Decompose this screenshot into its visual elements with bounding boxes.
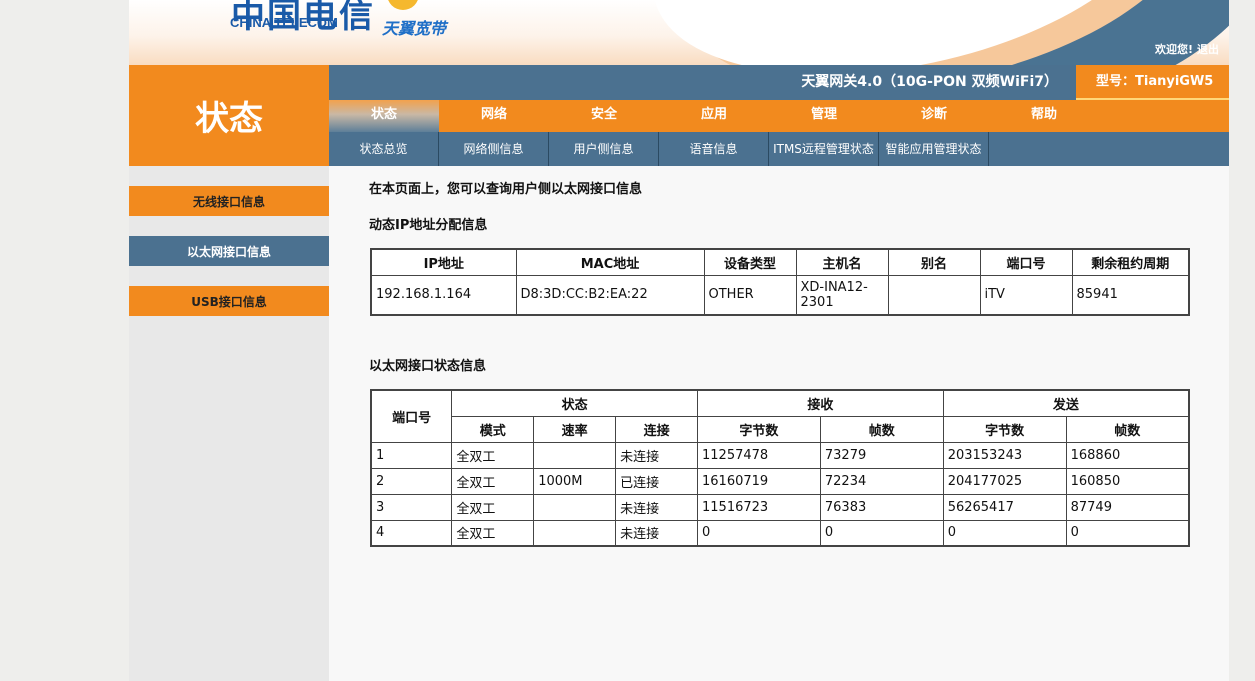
tab-network[interactable]: 网络 xyxy=(439,100,549,132)
dhcp-header-hostname: 主机名 xyxy=(795,248,889,276)
tab-help[interactable]: 帮助 xyxy=(989,100,1099,132)
eth-cell: 11516723 xyxy=(697,493,821,521)
eth-cell: 未连接 xyxy=(615,519,698,547)
section-title: 状态 xyxy=(129,65,329,167)
dhcp-header-lease: 剩余租约周期 xyxy=(1071,248,1190,276)
eth-cell: 0 xyxy=(1065,519,1190,547)
eth-cell: 160850 xyxy=(1065,467,1190,495)
eth-cell: 168860 xyxy=(1065,441,1190,469)
sidebar: 无线接口信息 以太网接口信息 USB接口信息 xyxy=(129,166,329,681)
eth-cell xyxy=(533,441,617,469)
dhcp-cell-hostname: XD-INA12-2301 xyxy=(795,274,889,316)
top-banner: 中国电信 CHINA TELECOM 天翼宽带 欢迎您! 退出 xyxy=(129,0,1229,65)
table-row: 4 全双工 未连接 0 0 0 0 xyxy=(370,519,1190,547)
dhcp-header-ip: IP地址 xyxy=(370,248,517,276)
eth-cell: 未连接 xyxy=(615,493,698,521)
eth-cell: 4 xyxy=(370,519,453,547)
dhcp-cell-ip: 192.168.1.164 xyxy=(370,274,517,316)
dhcp-cell-port: iTV xyxy=(979,274,1073,316)
sidebar-item-usb[interactable]: USB接口信息 xyxy=(129,286,329,316)
subtab-smart-app[interactable]: 智能应用管理状态 xyxy=(879,132,989,166)
subtab-network-side[interactable]: 网络侧信息 xyxy=(439,132,549,166)
eth-cell: 56265417 xyxy=(942,493,1067,521)
ethernet-status-table: 端口号 状态 接收 发送 模式 速率 连接 字节数 帧数 字节数 帧数 1 全双… xyxy=(370,389,1190,547)
eth-cell: 76383 xyxy=(819,493,944,521)
eth-cell: 1000M xyxy=(533,467,617,495)
eth-header-speed: 速率 xyxy=(533,415,617,443)
subtab-status-overview[interactable]: 状态总览 xyxy=(329,132,439,166)
eth-header-rx-frames: 帧数 xyxy=(819,415,944,443)
eth-header-tx-bytes: 字节数 xyxy=(942,415,1067,443)
page: 中国电信 CHINA TELECOM 天翼宽带 欢迎您! 退出 状态 无线接口信息… xyxy=(129,0,1229,681)
eth-header-receive: 接收 xyxy=(697,389,944,417)
eth-header-mode: 模式 xyxy=(451,415,535,443)
eth-cell: 0 xyxy=(942,519,1067,547)
eth-cell: 203153243 xyxy=(942,441,1067,469)
eth-cell: 2 xyxy=(370,467,453,495)
subtab-voice[interactable]: 语音信息 xyxy=(659,132,769,166)
eth-header-port: 端口号 xyxy=(370,389,453,443)
eth-header-status: 状态 xyxy=(451,389,698,417)
subtab-itms[interactable]: ITMS远程管理状态 xyxy=(769,132,879,166)
tianyi-broadband-logo: 天翼宽带 xyxy=(382,19,447,38)
model-label: 型号：TianyiGW5 xyxy=(1076,65,1229,100)
main-nav: 状态 网络 安全 应用 管理 诊断 帮助 xyxy=(329,100,1229,132)
sub-nav: 状态总览 网络侧信息 用户侧信息 语音信息 ITMS远程管理状态 智能应用管理状… xyxy=(329,132,1229,166)
dhcp-cell-device-type: OTHER xyxy=(703,274,797,316)
eth-cell: 0 xyxy=(819,519,944,547)
eth-header-rx-bytes: 字节数 xyxy=(697,415,821,443)
logout-link[interactable]: 退出 xyxy=(1197,43,1219,56)
header-bar: 天翼网关4.0（10G-PON 双频WiFi7） 型号：TianyiGW5 xyxy=(329,65,1229,100)
table-row: 192.168.1.164 D8:3D:CC:B2:EA:22 OTHER XD… xyxy=(370,274,1190,316)
eth-cell: 72234 xyxy=(819,467,944,495)
page-intro: 在本页面上，您可以查询用户侧以太网接口信息 xyxy=(369,182,643,197)
eth-cell: 已连接 xyxy=(615,467,698,495)
eth-cell xyxy=(533,519,617,547)
eth-cell: 全双工 xyxy=(451,467,535,495)
eth-cell: 87749 xyxy=(1065,493,1190,521)
eth-cell: 未连接 xyxy=(615,441,698,469)
dhcp-cell-alias xyxy=(887,274,981,316)
tab-diagnosis[interactable]: 诊断 xyxy=(879,100,989,132)
eth-section-title: 以太网接口状态信息 xyxy=(369,359,487,374)
eth-cell: 全双工 xyxy=(451,519,535,547)
dhcp-header-device-type: 设备类型 xyxy=(703,248,797,276)
tab-management[interactable]: 管理 xyxy=(769,100,879,132)
eth-header-link: 连接 xyxy=(615,415,698,443)
dhcp-cell-lease: 85941 xyxy=(1071,274,1190,316)
tab-application[interactable]: 应用 xyxy=(659,100,769,132)
tab-status[interactable]: 状态 xyxy=(329,100,439,132)
eth-cell: 11257478 xyxy=(697,441,821,469)
table-row: 2 全双工 1000M 已连接 16160719 72234 204177025… xyxy=(370,467,1190,495)
eth-cell: 3 xyxy=(370,493,453,521)
eth-cell xyxy=(533,493,617,521)
welcome-bar: 欢迎您! 退出 xyxy=(1151,41,1219,57)
eth-cell: 全双工 xyxy=(451,441,535,469)
dhcp-cell-mac: D8:3D:CC:B2:EA:22 xyxy=(515,274,705,316)
dhcp-table: IP地址 MAC地址 设备类型 主机名 别名 端口号 剩余租约周期 192.16… xyxy=(370,248,1190,316)
tianyi-logo-icon xyxy=(387,0,419,10)
china-telecom-logo-en: CHINA TELECOM xyxy=(230,15,338,30)
eth-cell: 16160719 xyxy=(697,467,821,495)
sidebar-item-ethernet[interactable]: 以太网接口信息 xyxy=(129,236,329,266)
dhcp-header-mac: MAC地址 xyxy=(515,248,705,276)
welcome-text: 欢迎您! xyxy=(1154,43,1193,56)
eth-header-send: 发送 xyxy=(942,389,1190,417)
eth-cell: 0 xyxy=(697,519,821,547)
table-row: 3 全双工 未连接 11516723 76383 56265417 87749 xyxy=(370,493,1190,521)
tab-security[interactable]: 安全 xyxy=(549,100,659,132)
eth-cell: 204177025 xyxy=(942,467,1067,495)
dhcp-header-alias: 别名 xyxy=(887,248,981,276)
dhcp-header-port: 端口号 xyxy=(979,248,1073,276)
gateway-title: 天翼网关4.0（10G-PON 双频WiFi7） xyxy=(801,74,1058,90)
eth-cell: 1 xyxy=(370,441,453,469)
sidebar-item-wireless[interactable]: 无线接口信息 xyxy=(129,186,329,216)
eth-header-tx-frames: 帧数 xyxy=(1065,415,1190,443)
table-row: 1 全双工 未连接 11257478 73279 203153243 16886… xyxy=(370,441,1190,469)
subtab-user-side[interactable]: 用户侧信息 xyxy=(549,132,659,166)
eth-cell: 73279 xyxy=(819,441,944,469)
dhcp-section-title: 动态IP地址分配信息 xyxy=(369,218,488,233)
eth-cell: 全双工 xyxy=(451,493,535,521)
